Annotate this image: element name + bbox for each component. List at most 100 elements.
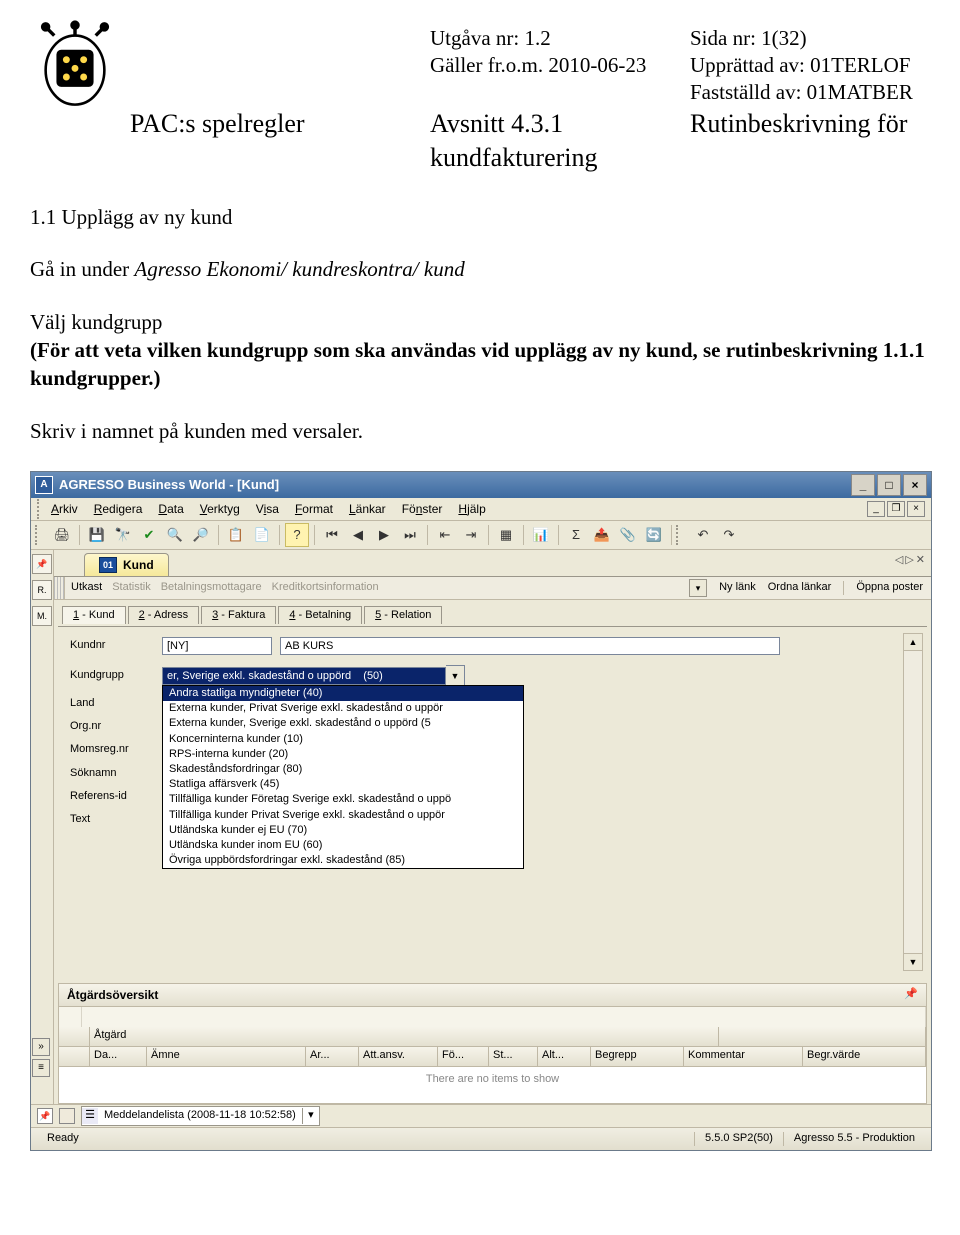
menu-format[interactable]: Format — [295, 502, 333, 516]
sidebar-list-icon[interactable]: ≡ — [32, 1059, 50, 1077]
message-combo-button[interactable]: ▾ — [302, 1108, 319, 1124]
sidebar-expand-icon[interactable]: » — [32, 1038, 50, 1056]
grid-icon[interactable]: ▦ — [494, 523, 518, 547]
undo-icon[interactable]: ↶ — [691, 523, 715, 547]
tab-kund[interactable]: 1 - Kund — [62, 606, 126, 624]
row-selector[interactable] — [59, 1027, 90, 1047]
refresh-icon[interactable]: 🔄 — [642, 523, 666, 547]
sigma-icon[interactable]: Σ — [564, 523, 588, 547]
tab-nav-left[interactable]: ◁ — [895, 554, 903, 567]
tab-relation[interactable]: 5 - Relation — [364, 606, 442, 624]
link-ordna[interactable]: Ordna länkar — [768, 581, 832, 594]
scroll-down-icon[interactable]: ▼ — [904, 953, 922, 970]
toolbar-grip-2[interactable] — [676, 525, 684, 545]
export-icon[interactable]: 📤 — [590, 523, 614, 547]
menu-hjalp[interactable]: Hjälp — [458, 502, 485, 516]
kundgrupp-dropdown[interactable]: Andra statliga myndigheter (40) Externa … — [162, 685, 524, 869]
toolbar-grip[interactable] — [35, 525, 43, 545]
search-icon[interactable]: 🔍 — [163, 523, 187, 547]
tab-betalning[interactable]: 4 - Betalning — [278, 606, 362, 624]
link-utkast[interactable]: Utkast — [71, 581, 102, 594]
col-begrvarde[interactable]: Begr.värde — [803, 1047, 926, 1067]
dropdown-item[interactable]: Andra statliga myndigheter (40) — [163, 686, 523, 701]
dropdown-item[interactable]: Skadeståndsfordringar (80) — [163, 762, 523, 777]
minimize-button[interactable]: _ — [851, 474, 875, 496]
col-alt[interactable]: Alt... — [538, 1047, 591, 1067]
binoculars-icon[interactable]: 🔭 — [111, 523, 135, 547]
tab-adress[interactable]: 2 - Adress — [128, 606, 200, 624]
redo-icon[interactable]: ↷ — [717, 523, 741, 547]
tab-nav-right[interactable]: ▷ — [905, 554, 913, 567]
paste-icon[interactable]: 📄 — [250, 523, 274, 547]
col-da[interactable]: Da... — [90, 1047, 147, 1067]
close-button[interactable]: × — [903, 474, 927, 496]
indent-left-icon[interactable]: ⇤ — [433, 523, 457, 547]
indent-right-icon[interactable]: ⇥ — [459, 523, 483, 547]
dropdown-item[interactable]: Koncerninterna kunder (10) — [163, 732, 523, 747]
dropdown-item[interactable]: Tillfälliga kunder Företag Sverige exkl.… — [163, 792, 523, 807]
save-icon[interactable]: 💾 — [85, 523, 109, 547]
menu-lankar[interactable]: Länkar — [349, 502, 386, 516]
msg-pin-icon[interactable]: 📌 — [37, 1108, 53, 1124]
col-fo[interactable]: Fö... — [438, 1047, 489, 1067]
zoom-in-icon[interactable]: 🔎 — [189, 523, 213, 547]
check-icon[interactable]: ✔ — [137, 523, 161, 547]
menu-verktyg[interactable]: Verktyg — [200, 502, 240, 516]
combo-kundgrupp-button[interactable]: ▼ — [446, 665, 465, 687]
menu-arkiv[interactable]: Arkiv — [51, 502, 78, 516]
gutter-m[interactable]: M. — [32, 606, 52, 626]
col-attansv[interactable]: Att.ansv. — [359, 1047, 438, 1067]
input-kundnamn[interactable] — [280, 637, 780, 655]
copy-icon[interactable]: 📋 — [224, 523, 248, 547]
menubar-grip[interactable] — [37, 499, 45, 519]
chart-icon[interactable]: 📊 — [529, 523, 553, 547]
panel-pin-icon[interactable]: 📌 — [904, 988, 918, 1001]
col-spare[interactable] — [719, 1027, 926, 1047]
input-kundnr[interactable] — [162, 637, 272, 655]
mdi-restore[interactable]: ❐ — [887, 501, 905, 517]
print-icon[interactable]: 🖨 — [50, 523, 74, 547]
mdi-minimize[interactable]: _ — [867, 501, 885, 517]
pin-icon[interactable]: 📌 — [32, 554, 52, 574]
dropdown-item[interactable]: Tillfälliga kunder Privat Sverige exkl. … — [163, 808, 523, 823]
attach-icon[interactable]: 📎 — [616, 523, 640, 547]
dropdown-item[interactable]: Statliga affärsverk (45) — [163, 777, 523, 792]
msg-box-icon[interactable] — [59, 1108, 75, 1124]
combo-kundgrupp[interactable] — [162, 667, 446, 685]
col-kommentar[interactable]: Kommentar — [684, 1047, 803, 1067]
dropdown-item[interactable]: Externa kunder, Sverige exkl. skadestånd… — [163, 716, 523, 731]
menu-data[interactable]: Data — [158, 502, 183, 516]
col-st[interactable]: St... — [489, 1047, 538, 1067]
tab-nav-close[interactable]: ✕ — [916, 554, 925, 567]
first-icon[interactable]: ⏮ — [320, 523, 344, 547]
form-scrollbar[interactable]: ▲ ▼ — [903, 633, 923, 971]
dropdown-item[interactable]: Externa kunder, Privat Sverige exkl. ska… — [163, 701, 523, 716]
mdi-close[interactable]: × — [907, 501, 925, 517]
titlebar[interactable]: A AGRESSO Business World - [Kund] _ □ × — [31, 472, 931, 498]
scroll-up-icon[interactable]: ▲ — [904, 634, 922, 651]
link-nylank[interactable]: Ny länk — [719, 581, 756, 594]
dropdown-item[interactable]: Utländska kunder ej EU (70) — [163, 823, 523, 838]
linkbar-grip[interactable] — [54, 577, 65, 599]
prev-icon[interactable]: ◀ — [346, 523, 370, 547]
doc-tab-kund[interactable]: 01 Kund — [84, 553, 169, 576]
maximize-button[interactable]: □ — [877, 474, 901, 496]
dropdown-item[interactable]: Utländska kunder inom EU (60) — [163, 838, 523, 853]
col-ar[interactable]: Ar... — [306, 1047, 359, 1067]
col-begrepp[interactable]: Begrepp — [591, 1047, 684, 1067]
link-oppna[interactable]: Öppna poster — [856, 581, 923, 594]
col-amne[interactable]: Ämne — [147, 1047, 306, 1067]
gutter-r[interactable]: R. — [32, 580, 52, 600]
col-atgard[interactable]: Åtgärd — [90, 1027, 719, 1047]
dropdown-item[interactable]: RPS-interna kunder (20) — [163, 747, 523, 762]
menu-fonster[interactable]: Fönster — [402, 502, 443, 516]
row-selector[interactable] — [59, 1047, 90, 1067]
menu-visa[interactable]: Visa — [256, 502, 279, 516]
last-icon[interactable]: ⏭ — [398, 523, 422, 547]
tab-faktura[interactable]: 3 - Faktura — [201, 606, 276, 624]
linkbar-dropdown[interactable]: ▾ — [689, 579, 707, 597]
message-combo[interactable]: ☰ Meddelandelista (2008-11-18 10:52:58) … — [81, 1106, 320, 1126]
menu-redigera[interactable]: Redigera — [94, 502, 143, 516]
dropdown-item[interactable]: Övriga uppbördsfordringar exkl. skadestå… — [163, 853, 523, 868]
next-icon[interactable]: ▶ — [372, 523, 396, 547]
